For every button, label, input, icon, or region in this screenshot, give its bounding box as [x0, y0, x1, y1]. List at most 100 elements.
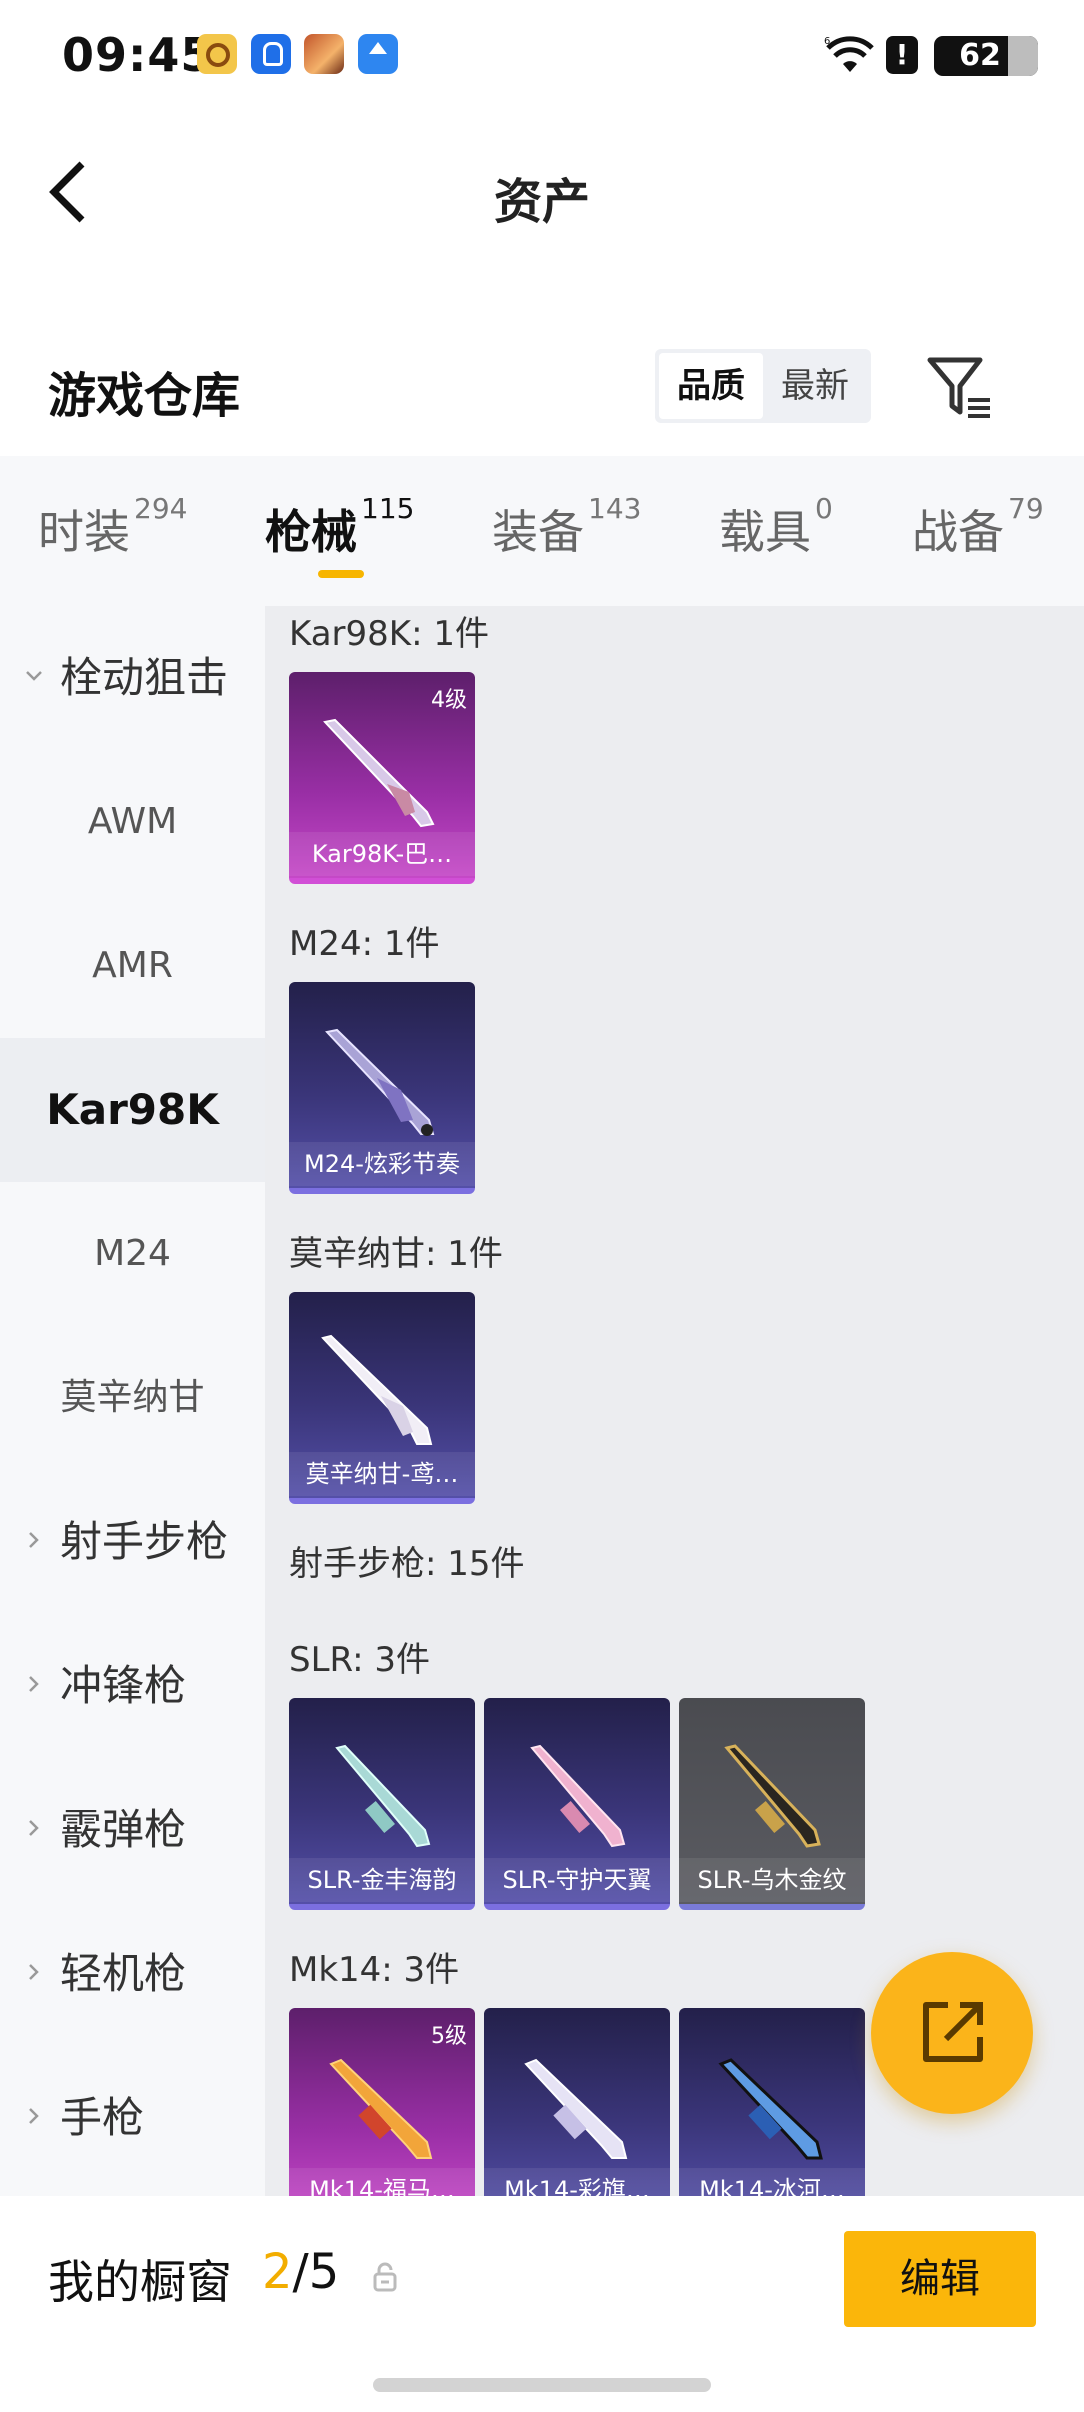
weapon-card[interactable]: SLR-乌木金纹 [679, 1698, 865, 1910]
rifle-icon [323, 718, 435, 828]
sidebar-item-pistol[interactable]: 手枪 [0, 2046, 265, 2190]
app-icon-1 [197, 34, 237, 74]
showcase-bar: 我的橱窗 2/5 编辑 [0, 2196, 1084, 2412]
wifi-icon: 6 [824, 36, 874, 72]
sidebar-item-bolt-action[interactable]: 栓动狙击 [0, 606, 265, 750]
tab-equipment[interactable]: 装备 143 [492, 492, 641, 562]
sidebar-item-label: 轻机枪 [60, 1949, 187, 1998]
svg-text:6: 6 [824, 36, 830, 47]
showcase-total: /5 [292, 2244, 340, 2300]
weapon-name: SLR-金丰海韵 [289, 1858, 475, 1902]
rifle-icon [325, 1028, 435, 1136]
game-avatar-icon [304, 34, 344, 74]
sidebar-item-mosin[interactable]: 莫辛纳甘 [0, 1326, 265, 1470]
chevron-right-icon [29, 2108, 39, 2124]
showcase-current: 2 [262, 2244, 293, 2300]
group-header: SLR: 3件 [289, 1640, 430, 1680]
battery-icon: 62 [934, 36, 1038, 76]
tab-outfits[interactable]: 时装 294 [38, 492, 187, 562]
upload-icon [358, 34, 398, 74]
group-header: Kar98K: 1件 [289, 614, 489, 654]
battery-level: 62 [959, 38, 1001, 73]
sort-toggle: 品质 最新 [655, 349, 871, 423]
category-tabs: 时装 294 枪械 115 装备 143 载具 0 战备 79 [0, 456, 1084, 606]
lock-icon [373, 2262, 397, 2292]
weapon-name: SLR-守护天翼 [484, 1858, 670, 1902]
chevron-down-icon [26, 671, 42, 681]
tab-gear[interactable]: 战备 79 [912, 492, 1044, 562]
sidebar-item-smg[interactable]: 冲锋枪 [0, 1614, 265, 1758]
rifle-icon [530, 1744, 626, 1848]
weapon-card[interactable]: Mk14-彩旗… [484, 2008, 670, 2196]
weapon-name: Mk14-彩旗… [484, 2168, 670, 2196]
chevron-right-icon [29, 1964, 39, 1980]
rifle-icon [724, 1744, 821, 1848]
weapon-card[interactable]: 4级 Kar98K-巴… [289, 672, 475, 884]
sidebar-item-label: 栓动狙击 [60, 653, 229, 702]
tab-count: 143 [588, 492, 642, 525]
sidebar-item-label: 射手步枪 [60, 1517, 229, 1566]
weapon-card[interactable]: 莫辛纳甘-鸢… [289, 1292, 475, 1504]
weapon-name: M24-炫彩节奏 [289, 1142, 475, 1186]
group-header: M24: 1件 [289, 924, 440, 964]
filter-icon [927, 357, 990, 418]
tab-count: 115 [361, 492, 415, 525]
app-icon-2 [251, 34, 291, 74]
level-badge: 5级 [431, 2024, 467, 2049]
chevron-right-icon [29, 1532, 39, 1548]
sidebar-item-lmg[interactable]: 轻机枪 [0, 1902, 265, 2046]
rifle-icon [524, 2058, 628, 2159]
sort-by-quality[interactable]: 品质 [659, 353, 763, 419]
sidebar-item-label: 冲锋枪 [60, 1661, 187, 1710]
group-header: 射手步枪: 15件 [289, 1544, 525, 1584]
share-button[interactable] [871, 1952, 1033, 2114]
tab-count: 294 [134, 492, 188, 525]
sidebar-item-label: AWM [87, 801, 178, 842]
weapon-card[interactable]: Mk14-冰河… [679, 2008, 865, 2196]
sidebar-item-dmr[interactable]: 射手步枪 [0, 1470, 265, 1614]
rifle-icon [329, 2058, 433, 2159]
tab-guns[interactable]: 枪械 115 [265, 492, 414, 562]
sidebar-item-shotgun[interactable]: 霰弹枪 [0, 1758, 265, 1902]
weapon-card[interactable]: SLR-守护天翼 [484, 1698, 670, 1910]
alert-icon: ! [886, 36, 918, 74]
tab-label: 时装 [38, 505, 130, 559]
weapon-name: Mk14-冰河… [679, 2168, 865, 2196]
sort-by-latest[interactable]: 最新 [763, 353, 867, 419]
sidebar-item-label: 莫辛纳甘 [60, 1377, 205, 1418]
showcase-title: 我的橱窗 [48, 2255, 232, 2309]
weapon-card[interactable]: SLR-金丰海韵 [289, 1698, 475, 1910]
sidebar-item-awm[interactable]: AWM [0, 750, 265, 894]
showcase-count: 2/5 [262, 2244, 339, 2300]
sidebar-item-m24[interactable]: M24 [0, 1182, 265, 1326]
level-badge: 4级 [431, 688, 467, 713]
tab-count: 79 [1008, 492, 1044, 525]
active-tab-indicator [318, 570, 364, 578]
sidebar-item-label: 手枪 [60, 2093, 145, 2142]
group-header: Mk14: 3件 [289, 1950, 460, 1990]
sidebar-item-label: Kar98K [46, 1085, 219, 1134]
weapon-card[interactable]: 5级 Mk14-福马… [289, 2008, 475, 2196]
tab-label: 战备 [912, 505, 1004, 559]
sidebar-item-kar98k[interactable]: Kar98K [0, 1038, 265, 1182]
tab-label: 装备 [492, 505, 584, 559]
rifle-icon [321, 1334, 433, 1445]
sidebar-item-amr[interactable]: AMR [0, 894, 265, 1038]
tab-count: 0 [815, 492, 833, 525]
weapon-type-sidebar: 栓动狙击 AWM AMR Kar98K M24 莫辛纳甘 射手步枪 冲锋枪 霰弹… [0, 606, 265, 2196]
edit-button[interactable]: 编辑 [844, 2231, 1036, 2327]
page-title: 资产 [493, 174, 590, 230]
home-indicator[interactable] [373, 2378, 711, 2392]
warehouse-title: 游戏仓库 [48, 368, 241, 424]
sidebar-item-label: AMR [92, 945, 173, 986]
rifle-icon [718, 2058, 823, 2160]
chevron-right-icon [29, 1820, 39, 1836]
chevron-right-icon [29, 1676, 39, 1692]
filter-button[interactable] [924, 352, 996, 420]
tab-label: 载具 [719, 505, 811, 559]
tab-vehicles[interactable]: 载具 0 [719, 492, 833, 562]
weapon-name: SLR-乌木金纹 [679, 1858, 865, 1902]
weapon-card[interactable]: M24-炫彩节奏 [289, 982, 475, 1194]
share-external-icon [923, 2002, 983, 2062]
weapon-name: Kar98K-巴… [289, 832, 475, 876]
